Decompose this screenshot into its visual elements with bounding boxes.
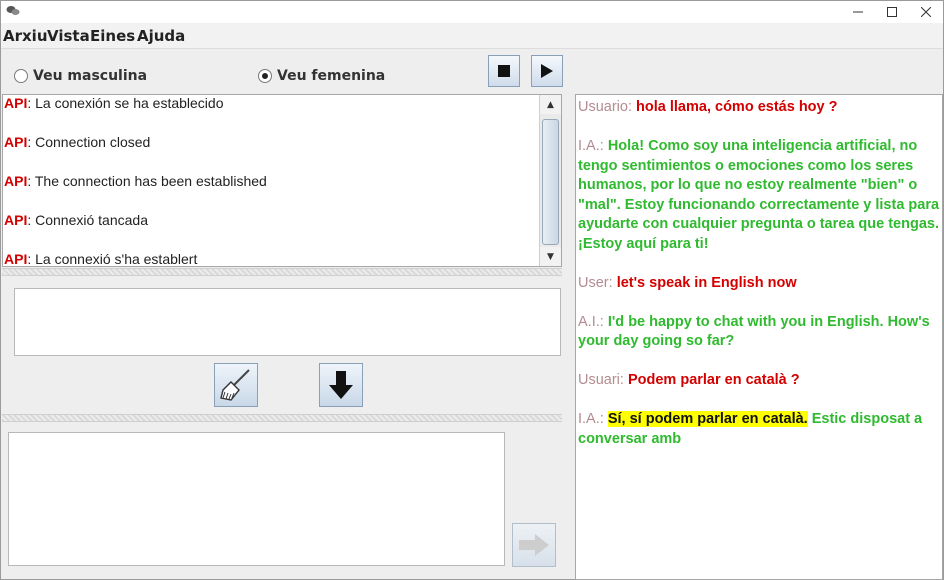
male-voice-radio[interactable]: Veu masculina xyxy=(14,68,147,84)
broom-icon xyxy=(220,369,250,401)
arrow-down-icon xyxy=(329,371,353,399)
chat-message: Usuario: hola llama, cómo estás hoy ? xyxy=(578,99,838,115)
speaker-label: I.A. xyxy=(578,138,600,154)
message-input[interactable] xyxy=(14,288,561,356)
stop-icon xyxy=(498,65,510,77)
send-button-disabled[interactable] xyxy=(512,523,556,567)
message-text: hola llama, cómo estás hoy ? xyxy=(636,99,838,115)
menu-ajuda[interactable]: Ajuda xyxy=(137,27,185,45)
chat-message: I.A.: Hola! Como soy una inteligencia ar… xyxy=(578,138,940,252)
title-bar xyxy=(1,1,943,23)
female-voice-radio[interactable]: Veu femenina xyxy=(258,68,385,84)
scroll-up-icon[interactable]: ▲ xyxy=(540,95,561,114)
message-text: I'd be happy to chat with you in English… xyxy=(578,313,930,350)
chat-bubbles-icon xyxy=(6,6,20,15)
app-window: Arxiu Vista Eines Ajuda Veu masculina Ve… xyxy=(0,0,944,580)
radio-indicator xyxy=(14,69,28,83)
menu-arxiu[interactable]: Arxiu xyxy=(3,27,48,45)
chat-message: Usuari: Podem parlar en català ? xyxy=(578,372,800,388)
message-text: Podem parlar en català ? xyxy=(627,372,800,388)
speaker-label: I.A. xyxy=(578,411,600,427)
minimize-button[interactable] xyxy=(841,1,875,23)
highlighted-text: Sí, sí podem parlar en català. xyxy=(607,411,808,427)
message-text: let's speak in English now xyxy=(616,274,797,291)
close-button[interactable] xyxy=(909,1,943,23)
radio-indicator-selected xyxy=(258,69,272,83)
menu-eines[interactable]: Eines xyxy=(90,27,135,45)
close-icon xyxy=(921,7,931,17)
menu-vista[interactable]: Vista xyxy=(47,27,90,45)
log-line: API: Connexió tancada xyxy=(4,212,148,228)
speaker-label: Usuario xyxy=(578,99,628,115)
menu-bar: Arxiu Vista Eines Ajuda xyxy=(1,23,943,49)
chat-message: I.A.: Sí, sí podem parlar en català. Est… xyxy=(578,411,923,447)
clear-button[interactable] xyxy=(214,363,258,407)
play-icon xyxy=(541,64,553,78)
send-down-button[interactable] xyxy=(319,363,363,407)
chat-transcript[interactable]: Usuario: hola llama, cómo estás hoy ? I.… xyxy=(575,94,943,580)
prompt-input[interactable] xyxy=(8,432,505,566)
chat-message: User: let's speak in English now xyxy=(578,274,797,291)
speaker-label: Usuari xyxy=(578,372,620,388)
speaker-label: A.I. xyxy=(578,313,600,330)
log-line: API: The connection has been established xyxy=(4,173,267,189)
message-text: Hola! Como soy una inteligencia artifici… xyxy=(578,138,940,252)
log-line: API: Connection closed xyxy=(4,134,151,150)
split-divider[interactable] xyxy=(2,414,562,422)
maximize-icon xyxy=(887,7,897,17)
minimize-icon xyxy=(853,11,863,13)
stop-button[interactable] xyxy=(488,55,520,87)
scroll-down-icon[interactable]: ▼ xyxy=(540,247,561,266)
scroll-thumb[interactable] xyxy=(542,119,559,245)
male-voice-label: Veu masculina xyxy=(33,68,148,84)
log-line: API: La connexió s'ha establert xyxy=(4,251,198,267)
chat-message: A.I.: I'd be happy to chat with you in E… xyxy=(578,313,930,350)
log-line: API: La conexión se ha establecido xyxy=(4,95,224,111)
play-button[interactable] xyxy=(531,55,563,87)
log-scrollbar[interactable]: ▲ ▼ xyxy=(539,95,561,266)
arrow-right-icon xyxy=(519,534,549,556)
female-voice-label: Veu femenina xyxy=(277,68,386,84)
maximize-button[interactable] xyxy=(875,1,909,23)
split-divider[interactable] xyxy=(2,268,562,276)
connection-log[interactable]: API: La conexión se ha establecido API: … xyxy=(2,94,562,267)
speaker-label: User xyxy=(578,274,609,291)
